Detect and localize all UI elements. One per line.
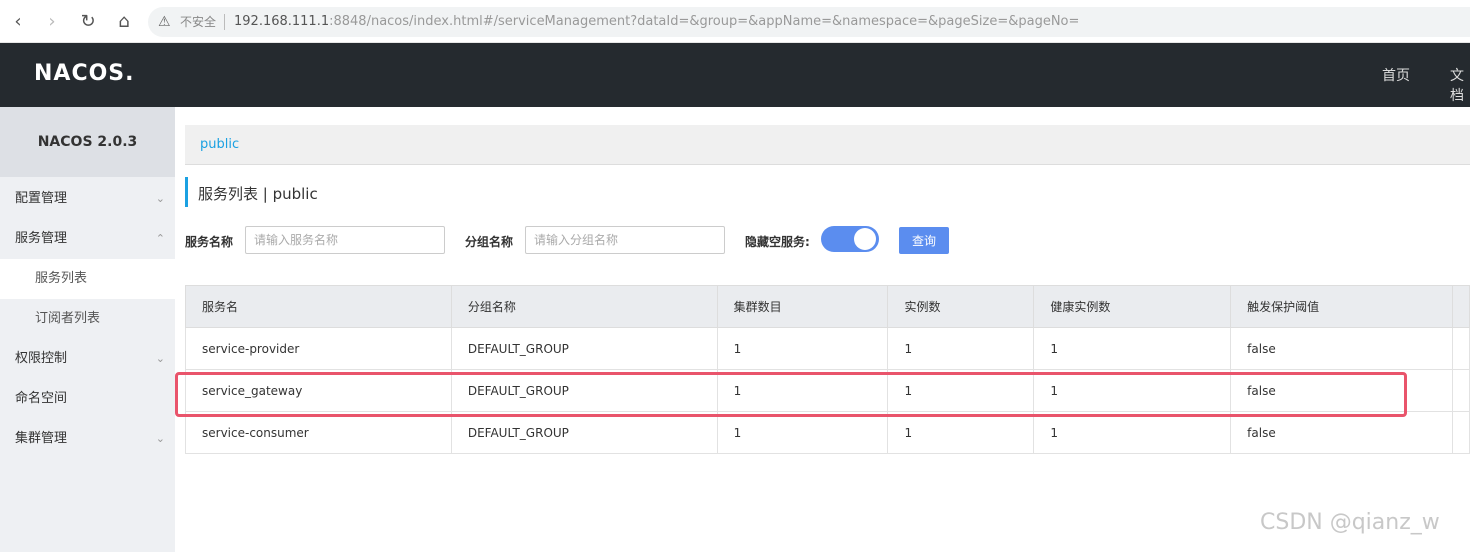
sidebar-item-label: 服务管理 <box>15 231 68 246</box>
cell-group-name: DEFAULT_GROUP <box>450 369 718 412</box>
url-path: :8848/nacos/index.html#/serviceManagemen… <box>329 14 1080 29</box>
column-header-instance-count: 实例数 <box>887 285 1035 328</box>
column-header-group-name: 分组名称 <box>450 285 718 328</box>
sidebar-item-label: 命名空间 <box>15 391 68 406</box>
service-name-label: 服务名称 <box>185 235 234 249</box>
nacos-logo[interactable]: NACOS. <box>34 61 135 86</box>
browser-toolbar: ‹ › ↻ ⌂ ⚠ 不安全 192.168.111.1:8848/nacos/i… <box>0 0 1470 43</box>
url-host: 192.168.111.1 <box>234 14 330 29</box>
cell-instance-count: 1 <box>887 327 1035 370</box>
sidebar-item-service-list[interactable]: 服务列表 <box>0 259 175 299</box>
warning-icon: ⚠ <box>158 14 171 30</box>
sidebar-item-label: 集群管理 <box>15 431 68 446</box>
cell-healthy-count: 1 <box>1033 327 1232 370</box>
version-label: NACOS 2.0.3 <box>0 107 175 177</box>
app-header: NACOS. 首页 文档 <box>0 43 1470 107</box>
sidebar: NACOS 2.0.3 配置管理 ⌄ 服务管理 ⌃ 服务列表 订阅者列表 权限控… <box>0 107 175 552</box>
chevron-down-icon: ⌄ <box>155 432 165 445</box>
forward-icon[interactable]: › <box>40 10 64 34</box>
address-bar[interactable]: ⚠ 不安全 192.168.111.1:8848/nacos/index.htm… <box>148 7 1470 37</box>
sidebar-item-label: 配置管理 <box>15 191 68 206</box>
cell-group-name: DEFAULT_GROUP <box>450 411 718 454</box>
chevron-down-icon: ⌄ <box>155 192 165 205</box>
column-header-protect-threshold: 触发保护阈值 <box>1230 285 1453 328</box>
address-divider <box>224 14 225 30</box>
cell-service-name: service-consumer <box>185 411 452 454</box>
reload-icon[interactable]: ↻ <box>76 10 100 34</box>
cell-actions <box>1451 327 1470 370</box>
chevron-down-icon: ⌄ <box>155 352 165 365</box>
service-table: 服务名 分组名称 集群数目 实例数 健康实例数 触发保护阈值 service-p… <box>185 285 1470 454</box>
cell-service-name: service_gateway <box>185 369 452 412</box>
toggle-knob <box>854 228 876 250</box>
header-link-home[interactable]: 首页 <box>1382 65 1410 85</box>
namespace-bar: public <box>185 125 1470 165</box>
page-title: 服务列表 | public <box>185 177 318 207</box>
service-name-input[interactable] <box>245 226 445 254</box>
table-row: service-consumer DEFAULT_GROUP 1 1 1 fal… <box>185 411 1470 454</box>
sidebar-item-label: 订阅者列表 <box>35 311 101 326</box>
header-link-docs[interactable]: 文档 <box>1450 65 1470 105</box>
sidebar-item-config[interactable]: 配置管理 ⌄ <box>0 179 175 219</box>
sidebar-item-access-control[interactable]: 权限控制 ⌄ <box>0 339 175 379</box>
cell-protect-threshold: false <box>1230 411 1453 454</box>
sidebar-item-label: 服务列表 <box>35 271 88 286</box>
hide-empty-label: 隐藏空服务: <box>745 235 810 249</box>
group-name-label: 分组名称 <box>465 235 514 249</box>
table-header-row: 服务名 分组名称 集群数目 实例数 健康实例数 触发保护阈值 <box>185 285 1470 328</box>
cell-actions <box>1451 369 1470 412</box>
cell-cluster-count: 1 <box>716 327 889 370</box>
cell-protect-threshold: false <box>1230 327 1453 370</box>
sidebar-item-service-management[interactable]: 服务管理 ⌃ <box>0 219 175 259</box>
table-row: service-provider DEFAULT_GROUP 1 1 1 fal… <box>185 327 1470 370</box>
sidebar-item-subscriber-list[interactable]: 订阅者列表 <box>0 299 175 339</box>
namespace-link-public[interactable]: public <box>200 137 239 152</box>
insecure-label: 不安全 <box>180 15 217 29</box>
back-icon[interactable]: ‹ <box>6 10 30 34</box>
chevron-up-icon: ⌃ <box>155 232 165 245</box>
cell-group-name: DEFAULT_GROUP <box>450 327 718 370</box>
home-icon[interactable]: ⌂ <box>112 10 136 34</box>
url-text: 192.168.111.1:8848/nacos/index.html#/ser… <box>234 7 1079 37</box>
group-name-input[interactable] <box>525 226 725 254</box>
sidebar-item-namespace[interactable]: 命名空间 <box>0 379 175 419</box>
hide-empty-toggle[interactable] <box>821 226 879 252</box>
cell-cluster-count: 1 <box>716 369 889 412</box>
watermark: CSDN @qianz_w <box>1260 510 1440 535</box>
cell-instance-count: 1 <box>887 369 1035 412</box>
cell-healthy-count: 1 <box>1033 411 1232 454</box>
cell-healthy-count: 1 <box>1033 369 1232 412</box>
cell-service-name: service-provider <box>185 327 452 370</box>
query-button[interactable]: 查询 <box>899 227 949 254</box>
column-header-healthy-instance-count: 健康实例数 <box>1033 285 1232 328</box>
sidebar-item-label: 权限控制 <box>15 351 68 366</box>
cell-actions <box>1451 411 1470 454</box>
table-row: service_gateway DEFAULT_GROUP 1 1 1 fals… <box>185 369 1470 412</box>
column-header-service-name: 服务名 <box>185 285 452 328</box>
cell-instance-count: 1 <box>887 411 1035 454</box>
cell-protect-threshold: false <box>1230 369 1453 412</box>
column-header-cluster-count: 集群数目 <box>716 285 889 328</box>
column-header-actions <box>1451 285 1470 328</box>
cell-cluster-count: 1 <box>716 411 889 454</box>
sidebar-item-cluster-management[interactable]: 集群管理 ⌄ <box>0 419 175 459</box>
